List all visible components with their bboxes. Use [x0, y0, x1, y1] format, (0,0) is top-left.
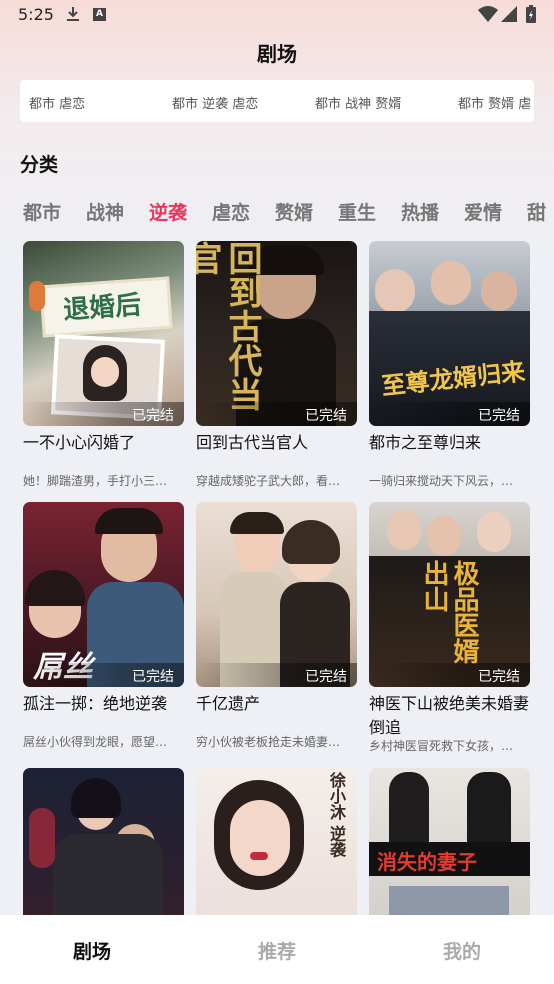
drama-card[interactable]: 退婚后 已完结 一不小心闪婚了 她！脚踹渣男，手打小三…	[23, 241, 184, 488]
nav-mine[interactable]: 我的	[402, 937, 522, 964]
category-tab[interactable]: 战神	[86, 198, 124, 225]
signal-icon	[501, 6, 517, 22]
tag-chip[interactable]: 都市 逆袭 虐恋	[172, 93, 258, 112]
section-title: 分类	[20, 154, 59, 176]
category-tab[interactable]: 虐恋	[212, 198, 250, 225]
drama-card[interactable]: 已完结 千亿遗产 穷小伙被老板抢走未婚妻…	[196, 502, 357, 749]
drama-desc: 屌丝小伙得到龙眼，愿望…	[23, 735, 168, 749]
poster-title: 消失的妻子	[377, 850, 477, 874]
tag-chip[interactable]: 都市 虐恋	[29, 93, 85, 112]
status-badge: 已完结	[132, 408, 174, 424]
drama-card[interactable]: 极品医婿出山 已完结 神医下山被绝美未婚妻倒追 乡村神医冒死救下女孩，…	[369, 502, 530, 753]
drama-desc: 乡村神医冒死救下女孩，…	[369, 739, 514, 753]
tag-chip[interactable]: 都市 战神 赘婿	[315, 93, 401, 112]
drama-title: 神医下山被绝美未婚妻倒追	[369, 694, 530, 737]
status-badge: 已完结	[478, 669, 520, 685]
drama-title: 回到古代当官人	[196, 433, 309, 452]
category-tabs: 都市 战神 逆袭 虐恋 赘婿 重生 热播 爱情 甜	[0, 198, 554, 230]
drama-card[interactable]: 屌丝 已完结 孤注一掷：绝地逆袭 屌丝小伙得到龙眼，愿望…	[23, 502, 184, 749]
battery-icon	[526, 5, 536, 23]
drama-desc: 她！脚踹渣男，手打小三…	[23, 474, 168, 488]
category-tab[interactable]: 甜	[527, 198, 546, 225]
nav-theater[interactable]: 剧场	[32, 937, 152, 964]
category-tab[interactable]: 热播	[401, 198, 439, 225]
nav-recommend[interactable]: 推荐	[217, 937, 337, 964]
poster-title: 回到古代当官	[196, 241, 262, 411]
drama-poster[interactable]: 屌丝 已完结	[23, 502, 184, 687]
wifi-icon	[478, 6, 498, 22]
keyboard-a-icon: A	[93, 8, 106, 21]
drama-title: 千亿遗产	[196, 694, 261, 713]
status-badge: 已完结	[305, 669, 347, 685]
category-tab[interactable]: 重生	[338, 198, 376, 225]
tag-strip[interactable]: 都市 虐恋 都市 逆袭 虐恋 都市 战神 赘婿 都市 赘婿 虐	[20, 80, 534, 122]
page-title: 剧场	[257, 42, 297, 66]
bottom-nav: 剧场 推荐 我的	[0, 915, 554, 984]
poster-title: 徐小沐 逆袭	[327, 772, 346, 858]
status-badge: 已完结	[478, 408, 520, 424]
drama-desc: 一骑归来搅动天下风云，…	[369, 474, 514, 488]
poster-title: 退婚后	[62, 290, 143, 326]
drama-poster[interactable]: 退婚后 已完结	[23, 241, 184, 426]
drama-title: 都市之至尊归来	[369, 433, 482, 452]
category-tab[interactable]: 都市	[23, 198, 61, 225]
drama-desc: 穷小伙被老板抢走未婚妻…	[196, 735, 341, 749]
drama-card[interactable]: 回到古代当官 已完结 回到古代当官人 穿越成矮驼子武大郎，看…	[196, 241, 357, 488]
category-tab-active[interactable]: 逆袭	[149, 198, 187, 225]
drama-title: 一不小心闪婚了	[23, 433, 136, 452]
drama-title: 孤注一掷：绝地逆袭	[23, 694, 168, 713]
status-bar: 5:25 A	[0, 0, 554, 32]
drama-poster[interactable]: 回到古代当官 已完结	[196, 241, 357, 426]
drama-card[interactable]: 至尊龙婿归来 已完结 都市之至尊归来 一骑归来搅动天下风云，…	[369, 241, 530, 488]
download-icon	[67, 7, 79, 21]
drama-poster[interactable]: 至尊龙婿归来 已完结	[369, 241, 530, 426]
drama-poster[interactable]: 已完结	[196, 502, 357, 687]
tag-chip[interactable]: 都市 赘婿 虐	[458, 93, 531, 112]
category-tab[interactable]: 爱情	[464, 198, 502, 225]
drama-desc: 穿越成矮驼子武大郎，看…	[196, 474, 341, 488]
status-time: 5:25	[18, 5, 54, 24]
status-badge: 已完结	[132, 669, 174, 685]
drama-poster[interactable]: 极品医婿出山 已完结	[369, 502, 530, 687]
status-badge: 已完结	[305, 408, 347, 424]
category-tab[interactable]: 赘婿	[275, 198, 313, 225]
